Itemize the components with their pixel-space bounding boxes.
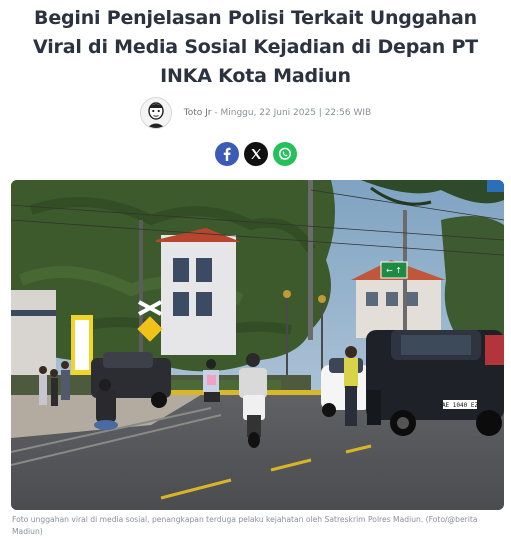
publish-date: Minggu, 22 Juni 2025 | 22:56 WIB — [220, 108, 372, 118]
avatar-portrait-icon — [140, 98, 171, 128]
article-headline: Begini Penjelasan Polisi Terkait Unggaha… — [33, 7, 478, 87]
share-x-button[interactable] — [243, 142, 268, 166]
photo-caption: Foto unggahan viral di media sosial, pen… — [12, 515, 478, 536]
share-buttons — [0, 142, 511, 168]
facebook-icon — [223, 147, 231, 161]
article-photo[interactable]: ← ↑ AE 1040 EZ — [11, 180, 504, 510]
whatsapp-icon — [278, 147, 291, 160]
x-icon — [250, 149, 261, 159]
street-scene-image: ← ↑ AE 1040 EZ — [11, 180, 504, 510]
author-name[interactable]: Toto Jr — [184, 108, 212, 118]
article-page: Begini Penjelasan Polisi Terkait Unggaha… — [0, 0, 511, 545]
street-sign-text: ← ↑ — [386, 266, 402, 275]
share-whatsapp-button[interactable] — [272, 142, 297, 166]
share-facebook-button[interactable] — [214, 142, 239, 166]
article-byline: Toto Jr - Minggu, 22 Juni 2025 | 22:56 W… — [0, 96, 511, 130]
article-meta: Toto Jr - Minggu, 22 Juni 2025 | 22:56 W… — [184, 108, 371, 118]
author-avatar[interactable] — [139, 97, 172, 129]
license-plate-text: AE 1040 EZ — [442, 402, 479, 409]
